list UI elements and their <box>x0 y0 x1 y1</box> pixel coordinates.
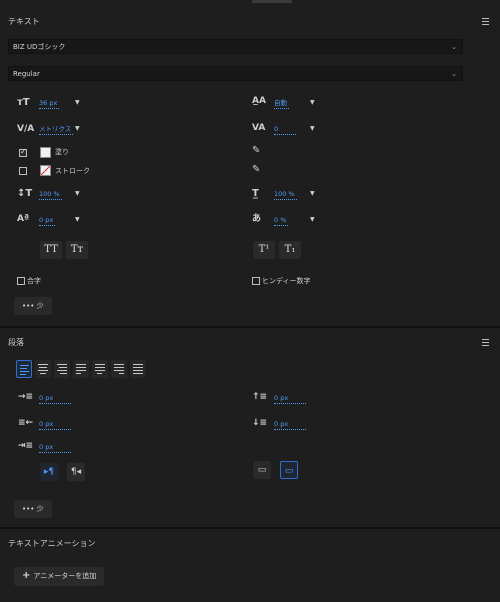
vertical-scale-icon: ↕T <box>17 188 33 199</box>
caret-down-icon[interactable]: ▼ <box>75 124 80 134</box>
font-size-icon: ᴛT <box>17 97 30 108</box>
indent-left-icon: →≡ <box>18 392 34 402</box>
kerning-icon: V/A <box>17 124 35 134</box>
align-center-button[interactable] <box>35 360 51 378</box>
stroke-label: ストローク <box>55 167 90 175</box>
composer-single-line-button[interactable]: ▭ <box>253 461 271 479</box>
indent-right-icon: ≡← <box>18 418 34 428</box>
caret-down-icon[interactable]: ▼ <box>310 215 315 225</box>
direction-rtl-button[interactable]: ¶◂ <box>67 463 85 481</box>
paragraph-show-less-button[interactable]: ••• 少 <box>14 500 52 518</box>
justify-last-center-button[interactable] <box>92 360 108 378</box>
justify-last-right-button[interactable] <box>111 360 127 378</box>
justify-all-button[interactable] <box>130 360 146 378</box>
tsume-icon: あ <box>252 214 262 224</box>
composer-every-line-button[interactable]: ▭ <box>280 461 298 479</box>
superscript-button[interactable]: T¹ <box>253 241 275 259</box>
indent-first-line-value[interactable]: 0 px <box>39 442 71 453</box>
font-style-dropdown[interactable]: Regular ⌄ <box>8 66 463 81</box>
paragraph-panel-menu-icon[interactable] <box>482 339 489 346</box>
caret-down-icon[interactable]: ▼ <box>75 215 80 225</box>
ligature-label: 合字 <box>27 277 41 285</box>
hindi-digits-label: ヒンディー数字 <box>262 277 311 285</box>
space-before-icon: ↑≡ <box>252 392 268 402</box>
tracking-value[interactable]: 0 <box>274 124 296 135</box>
caret-down-icon[interactable]: ▼ <box>75 98 80 108</box>
caret-down-icon[interactable]: ▼ <box>310 124 315 134</box>
caret-down-icon[interactable]: ▼ <box>75 189 80 199</box>
align-left-button[interactable] <box>16 360 32 378</box>
space-after-value[interactable]: 0 px <box>274 419 306 430</box>
align-right-button[interactable] <box>54 360 70 378</box>
chevron-down-icon: ⌄ <box>451 70 457 78</box>
fill-checkbox[interactable] <box>19 147 27 157</box>
add-animator-button[interactable]: + アニメーターを追加 <box>14 567 105 586</box>
justify-last-left-button[interactable] <box>73 360 89 378</box>
vertical-scale-value[interactable]: 100 % <box>39 189 62 200</box>
baseline-shift-icon: Aª <box>17 214 30 224</box>
eyedropper-icon[interactable]: ✎ <box>252 164 260 176</box>
plus-icon: + <box>22 570 31 581</box>
text-panel-menu-icon[interactable] <box>482 18 489 25</box>
font-family-value: BIZ UDゴシック <box>13 43 66 51</box>
small-caps-button[interactable]: Tт <box>66 241 88 259</box>
text-animation-section-title: テキストアニメーション <box>8 539 96 548</box>
hindi-digits-checkbox[interactable] <box>252 277 260 285</box>
text-show-less-button[interactable]: ••• 少 <box>14 297 52 315</box>
leading-icon: A̲A <box>252 96 266 106</box>
eyedropper-icon[interactable]: ✎ <box>252 145 260 157</box>
fill-label: 塗り <box>55 148 69 156</box>
subscript-button[interactable]: T₁ <box>279 241 301 259</box>
section-divider <box>0 527 500 529</box>
horizontal-scale-icon: T̲ <box>252 188 259 199</box>
indent-left-value[interactable]: 0 px <box>39 393 71 404</box>
indent-first-line-icon: ⇥≡ <box>18 441 34 451</box>
leading-value[interactable]: 自動 <box>274 98 289 109</box>
tsume-value[interactable]: 0 % <box>274 215 289 226</box>
text-section-title: テキスト <box>8 17 40 26</box>
font-size-value[interactable]: 36 px <box>39 98 60 109</box>
all-caps-button[interactable]: TT <box>40 241 62 259</box>
section-divider <box>0 326 500 328</box>
stroke-checkbox[interactable] <box>19 167 27 175</box>
indent-right-value[interactable]: 0 px <box>39 419 71 430</box>
top-tab-indicator <box>252 0 292 3</box>
chevron-down-icon: ⌄ <box>451 43 457 51</box>
add-animator-label: アニメーターを追加 <box>33 572 97 580</box>
caret-down-icon[interactable]: ▼ <box>310 189 315 199</box>
baseline-shift-value[interactable]: 0 px <box>39 215 56 226</box>
kerning-value[interactable]: メトリクス <box>39 124 74 135</box>
paragraph-section-title: 段落 <box>8 338 24 347</box>
font-style-value: Regular <box>13 70 40 78</box>
tracking-icon: VA <box>252 123 266 133</box>
stroke-color-swatch[interactable] <box>40 165 51 176</box>
space-before-value[interactable]: 0 px <box>274 393 306 404</box>
horizontal-scale-value[interactable]: 100 % <box>274 189 297 200</box>
space-after-icon: ↓≡ <box>252 418 268 428</box>
caret-down-icon[interactable]: ▼ <box>310 98 315 108</box>
font-family-dropdown[interactable]: BIZ UDゴシック ⌄ <box>8 39 463 54</box>
fill-color-swatch[interactable] <box>40 147 51 158</box>
direction-ltr-button[interactable]: ▸¶ <box>40 463 58 481</box>
ligature-checkbox[interactable] <box>17 277 25 285</box>
